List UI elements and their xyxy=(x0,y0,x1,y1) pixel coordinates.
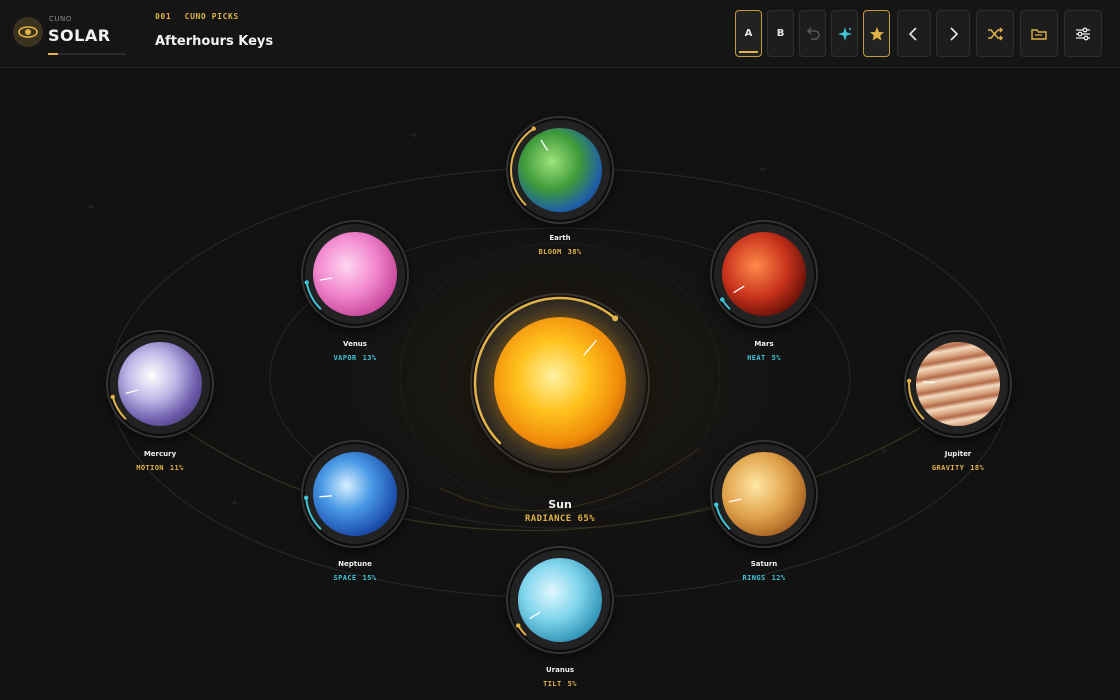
earth-parameter-value: 38% xyxy=(567,248,582,256)
sun-parameter-label: RADIANCE xyxy=(524,514,572,524)
saturn-parameter-label: RINGS xyxy=(742,574,766,582)
mercury-name: Mercury xyxy=(143,450,177,458)
star-decoration: + xyxy=(230,498,239,509)
eye-logo-icon xyxy=(13,17,43,47)
jupiter-parameter-value: 18% xyxy=(970,464,985,472)
previous-preset-button[interactable] xyxy=(897,10,931,57)
star-decoration: + xyxy=(87,202,96,213)
ab-a-button[interactable]: A xyxy=(735,10,762,57)
sun-knob[interactable] xyxy=(472,295,648,471)
mars-name: Mars xyxy=(754,340,774,348)
venus-parameter-label: VAPOR xyxy=(333,354,357,362)
brand-underline xyxy=(48,53,126,55)
neptune-parameter: SPACE 15% xyxy=(295,574,415,582)
mars-parameter-value: 5% xyxy=(771,354,781,362)
earth-parameter-label: BLOOM xyxy=(538,248,562,256)
folder-icon xyxy=(1031,28,1047,40)
mercury-parameter: MOTION 11% xyxy=(100,464,220,472)
ab-b-button[interactable]: B xyxy=(767,10,794,57)
chevron-right-icon xyxy=(950,26,959,41)
neptune-name: Neptune xyxy=(338,560,372,568)
jupiter-value-arc xyxy=(906,378,935,420)
uranus-parameter: TILT 5% xyxy=(500,680,620,688)
jupiter-parameter-label: GRAVITY xyxy=(931,464,965,472)
preset-bank: CUNO PICKS xyxy=(184,12,239,21)
undo-button[interactable] xyxy=(799,10,826,57)
brand-name: SOLAR xyxy=(48,26,111,45)
undo-icon xyxy=(806,26,820,40)
venus-knob[interactable] xyxy=(303,222,407,326)
venus-name: Venus xyxy=(343,340,367,348)
browse-button[interactable] xyxy=(1020,10,1058,57)
venus-parameter: VAPOR 13% xyxy=(295,354,415,362)
randomize-button[interactable] xyxy=(976,10,1014,57)
earth-value-arc xyxy=(510,126,549,206)
sun-parameter: RADIANCE 65% xyxy=(500,514,620,524)
brand-company: CUNO xyxy=(49,15,72,23)
star-decoration: + xyxy=(880,446,889,457)
preset-name[interactable]: Afterhours Keys xyxy=(155,34,273,49)
earth-knob[interactable] xyxy=(508,118,612,222)
earth-name: Earth xyxy=(549,234,571,242)
earth-parameter: BLOOM 38% xyxy=(500,248,620,256)
saturn-parameter-value: 12% xyxy=(771,574,786,582)
sliders-icon xyxy=(1076,27,1090,40)
venus-parameter-value: 13% xyxy=(362,354,377,362)
neptune-parameter-value: 15% xyxy=(362,574,377,582)
settings-button[interactable] xyxy=(1064,10,1102,57)
top-bar: CUNO SOLAR 001 CUNO PICKS Afterhours Key… xyxy=(0,0,1120,68)
mars-parameter-label: HEAT xyxy=(747,354,766,362)
star-icon xyxy=(869,26,884,40)
preset-number: 001 xyxy=(155,12,172,21)
saturn-knob[interactable] xyxy=(712,442,816,546)
sun-parameter-value: 65% xyxy=(577,514,596,524)
uranus-parameter-label: TILT xyxy=(543,680,562,688)
uranus-name: Uranus xyxy=(546,666,574,674)
favorite-button[interactable] xyxy=(863,10,890,57)
jupiter-name: Jupiter xyxy=(944,450,972,458)
mercury-knob[interactable] xyxy=(108,332,212,436)
mars-parameter: HEAT 5% xyxy=(704,354,824,362)
mercury-parameter-label: MOTION xyxy=(136,464,164,472)
saturn-value-arc xyxy=(713,498,742,530)
shuffle-icon xyxy=(988,26,1004,41)
sparkle-icon xyxy=(837,26,852,41)
chevron-left-icon xyxy=(908,26,917,41)
mars-knob[interactable] xyxy=(712,222,816,326)
venus-value-arc xyxy=(304,277,333,310)
star-decoration: + xyxy=(758,164,767,175)
uranus-parameter-value: 5% xyxy=(567,680,577,688)
next-preset-button[interactable] xyxy=(936,10,970,57)
sun-name: Sun xyxy=(548,498,572,511)
neptune-value-arc xyxy=(303,495,333,530)
sparkle-button[interactable] xyxy=(831,10,858,57)
ab-b-label: B xyxy=(776,28,785,39)
mercury-value-arc xyxy=(110,389,138,420)
preset-meta: 001 CUNO PICKS xyxy=(155,12,247,21)
jupiter-parameter: GRAVITY 18% xyxy=(898,464,1018,472)
saturn-parameter: RINGS 12% xyxy=(704,574,824,582)
sun-value-arc xyxy=(473,296,619,445)
neptune-parameter-label: SPACE xyxy=(333,574,357,582)
star-decoration: + xyxy=(410,130,419,141)
jupiter-knob[interactable] xyxy=(906,332,1010,436)
saturn-name: Saturn xyxy=(750,560,778,568)
uranus-knob[interactable] xyxy=(508,548,612,652)
mercury-parameter-value: 11% xyxy=(169,464,184,472)
uranus-value-arc xyxy=(516,611,541,636)
neptune-knob[interactable] xyxy=(303,442,407,546)
mars-value-arc xyxy=(720,285,745,310)
ab-a-label: A xyxy=(744,28,753,39)
